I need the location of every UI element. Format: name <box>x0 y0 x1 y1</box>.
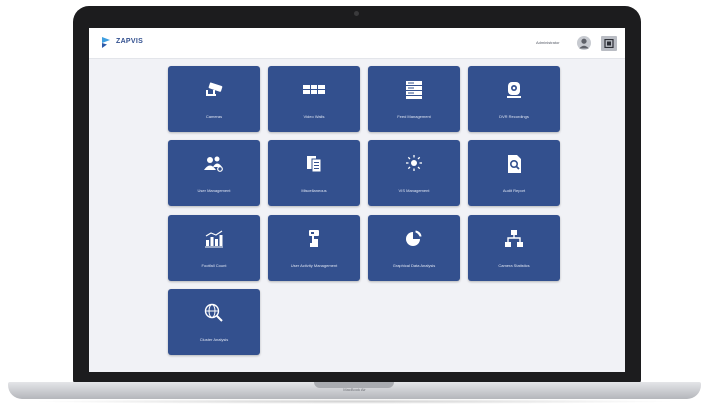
tile-label: User Management <box>197 188 231 193</box>
tile-dvr-recordings[interactable]: DVR Recordings <box>468 66 560 132</box>
laptop-lid: ZAPVIS Administrator Cameras Video Walls… <box>73 6 641 384</box>
laptop-shadow <box>30 399 679 404</box>
brand-name[interactable]: ZAPVIS <box>116 38 143 45</box>
tile-label: Footfall Count <box>201 263 227 268</box>
laptop-base: MacBook Air <box>8 382 701 399</box>
tile-label: Feed Management <box>397 114 431 119</box>
server-rack-icon <box>406 81 422 99</box>
user-name: Administrator <box>536 40 560 45</box>
tile-label: Camera Statistics <box>498 263 530 268</box>
user-avatar-icon <box>579 38 589 49</box>
tile-label: Cameras <box>205 114 223 119</box>
pie-chart-icon <box>406 229 423 246</box>
tile-label: User Activity Management <box>290 263 338 268</box>
tile-label: Miscellaneous <box>301 188 327 193</box>
tile-miscellaneous[interactable]: Miscellaneous <box>268 140 360 206</box>
tile-label: Audit Report <box>502 188 526 193</box>
tile-cluster-analysis[interactable]: Cluster Analysis <box>168 289 260 355</box>
sun-settings-icon <box>406 155 422 171</box>
tile-label: VIS Management <box>398 188 430 193</box>
tile-feed-management[interactable]: Feed Management <box>368 66 460 132</box>
user-avatar[interactable] <box>577 36 591 50</box>
laptop-camera <box>354 11 359 16</box>
bar-chart-icon <box>205 230 223 248</box>
tile-label: Graphical Data Analysis <box>392 263 436 268</box>
report-search-icon <box>508 155 521 173</box>
tile-camera-statistics[interactable]: Camera Statistics <box>468 215 560 281</box>
globe-search-icon <box>204 303 223 322</box>
tile-vis-management[interactable]: VIS Management <box>368 140 460 206</box>
tile-video-walls[interactable]: Video Walls <box>268 66 360 132</box>
cctv-camera-icon <box>206 82 223 96</box>
logout-icon <box>604 39 614 48</box>
brand-logo-icon[interactable] <box>101 36 111 49</box>
tile-user-activity-management[interactable]: User Activity Management <box>268 215 360 281</box>
tile-footfall-count[interactable]: Footfall Count <box>168 215 260 281</box>
logout-button[interactable] <box>601 36 617 51</box>
tile-user-management[interactable]: User Management <box>168 140 260 206</box>
users-group-icon <box>204 156 223 172</box>
tile-label: Video Walls <box>303 114 325 119</box>
tile-label: DVR Recordings <box>499 114 529 119</box>
video-wall-icon <box>303 85 325 94</box>
tile-audit-report[interactable]: Audit Report <box>468 140 560 206</box>
tile-graphical-data-analysis[interactable]: Graphical Data Analysis <box>368 215 460 281</box>
tile-cameras[interactable]: Cameras <box>168 66 260 132</box>
hand-touch-icon <box>309 230 319 247</box>
documents-icon <box>307 156 322 173</box>
tile-label: Cluster Analysis <box>199 337 229 342</box>
hierarchy-icon <box>505 230 523 247</box>
laptop-model-label: MacBook Air <box>343 387 366 392</box>
dvr-recording-icon <box>507 82 521 98</box>
app-header: ZAPVIS Administrator <box>89 28 625 59</box>
app-screen: ZAPVIS Administrator Cameras Video Walls… <box>89 28 625 372</box>
